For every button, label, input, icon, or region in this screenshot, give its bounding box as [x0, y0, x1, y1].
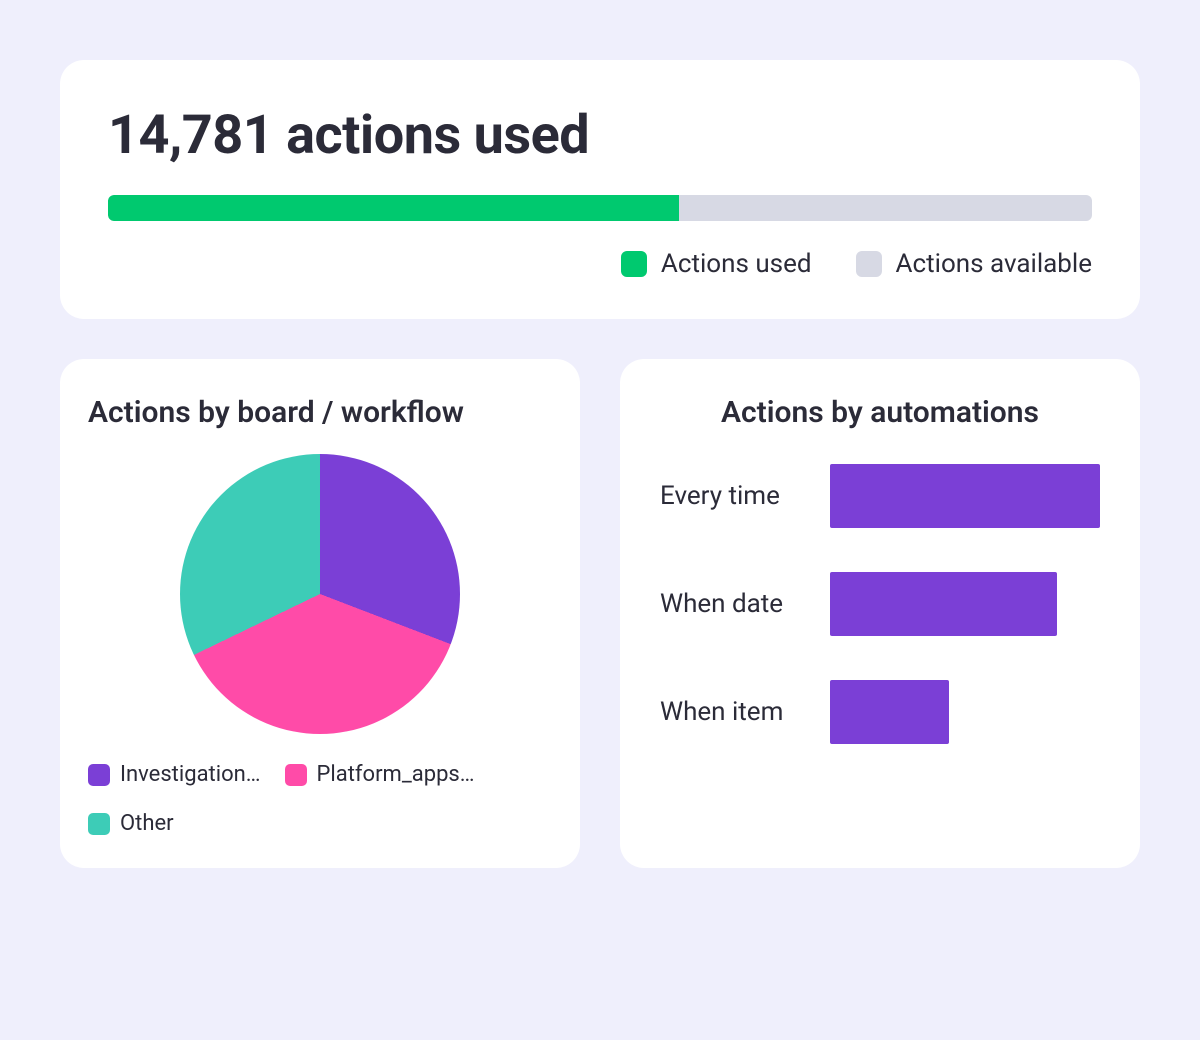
pie-legend-platform-apps: Platform_apps… — [285, 762, 475, 787]
bar-track-1 — [830, 572, 1100, 636]
bars-container: Every time When date When item — [648, 454, 1112, 744]
actions-by-automations-card: Actions by automations Every time When d… — [620, 359, 1140, 868]
bar-label-0: Every time — [660, 481, 810, 511]
pie-legend-investigation: Investigation… — [88, 762, 261, 787]
bottom-row: Actions by board / workflow Investigatio… — [60, 359, 1140, 868]
swatch-other-icon — [88, 813, 110, 835]
actions-progress-fill — [108, 195, 679, 221]
bar-row-every-time: Every time — [660, 464, 1100, 528]
pie-legend-label-1: Platform_apps… — [317, 762, 475, 787]
legend-available-label: Actions available — [896, 249, 1092, 279]
legend-actions-used: Actions used — [621, 249, 812, 279]
bar-row-when-date: When date — [660, 572, 1100, 636]
bar-track-2 — [830, 680, 1100, 744]
pie-legend-label-0: Investigation… — [120, 762, 261, 787]
actions-used-title: 14,781 actions used — [108, 104, 1092, 167]
swatch-available-icon — [856, 251, 882, 277]
actions-by-board-card: Actions by board / workflow Investigatio… — [60, 359, 580, 868]
legend-used-label: Actions used — [661, 249, 812, 279]
swatch-used-icon — [621, 251, 647, 277]
pie-legend: Investigation… Platform_apps… Other — [88, 762, 552, 836]
legend-actions-available: Actions available — [856, 249, 1092, 279]
bars-card-title: Actions by automations — [648, 395, 1112, 430]
bar-label-2: When item — [660, 697, 810, 727]
bar-fill-1 — [830, 572, 1057, 636]
actions-summary-card: 14,781 actions used Actions used Actions… — [60, 60, 1140, 319]
pie-legend-label-2: Other — [120, 811, 174, 836]
pie-wrap — [88, 454, 552, 734]
bar-row-when-item: When item — [660, 680, 1100, 744]
pie-chart — [180, 454, 460, 734]
actions-progress-track — [108, 195, 1092, 221]
bar-label-1: When date — [660, 589, 810, 619]
actions-progress-legend: Actions used Actions available — [108, 249, 1092, 279]
pie-card-title: Actions by board / workflow — [88, 395, 552, 430]
pie-legend-other: Other — [88, 811, 174, 836]
bar-fill-0 — [830, 464, 1100, 528]
swatch-investigation-icon — [88, 764, 110, 786]
bar-track-0 — [830, 464, 1100, 528]
swatch-platform-apps-icon — [285, 764, 307, 786]
bar-fill-2 — [830, 680, 949, 744]
